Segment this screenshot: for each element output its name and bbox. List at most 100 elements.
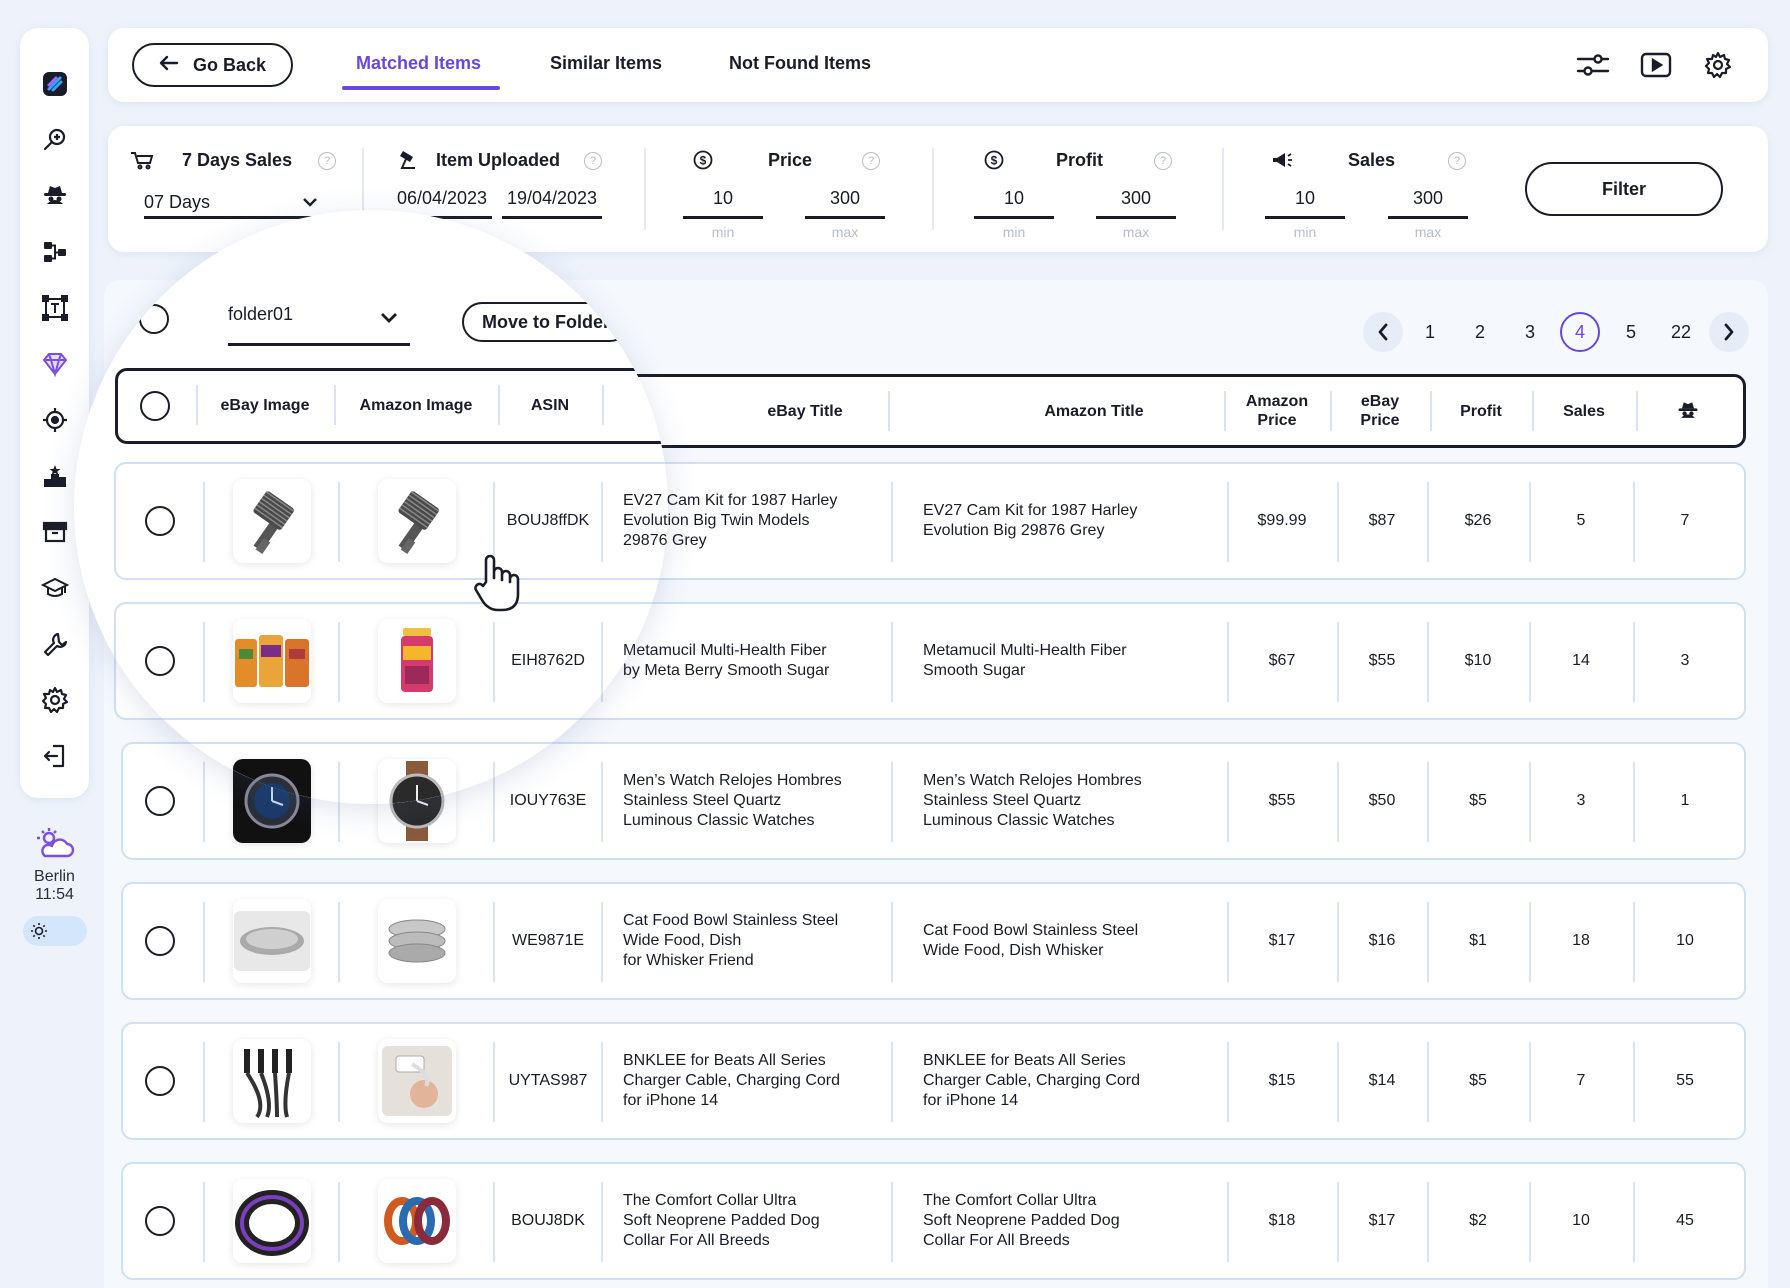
prev-page-button[interactable] xyxy=(1363,312,1403,352)
row-select-radio[interactable] xyxy=(145,1206,175,1236)
page-2[interactable]: 2 xyxy=(1460,312,1500,352)
table-row[interactable]: BOUJ8DK The Comfort Collar Ultra Soft Neop… xyxy=(121,1162,1746,1280)
row-select-cell xyxy=(123,744,197,804)
amazon-title-line: Metamucil Multi-Health Fiber xyxy=(923,642,1127,659)
upload-from-date[interactable]: 06/04/2023 xyxy=(392,188,492,209)
ebay-title-line: Soft Neoprene Padded Dog xyxy=(623,1212,820,1229)
col-ebay-price[interactable]: eBay Price xyxy=(1330,377,1430,445)
ebay-product-image[interactable] xyxy=(232,479,311,563)
ebay-price-value: $50 xyxy=(1368,792,1396,809)
amazon-price-cell: $67 xyxy=(1227,604,1337,718)
amazon-product-image[interactable] xyxy=(377,479,456,563)
row-select-radio[interactable] xyxy=(145,926,175,956)
profit-cell: $2 xyxy=(1427,1164,1529,1278)
amazon-product-image[interactable] xyxy=(377,619,456,703)
help-icon[interactable]: ? xyxy=(862,152,880,170)
table-row[interactable]: BOUJ8ffDK EV27 Cam Kit for 1987 Harley Evo… xyxy=(114,462,668,580)
asin-value[interactable]: EIH8762D xyxy=(511,651,585,671)
row-select-radio[interactable] xyxy=(145,646,175,676)
next-page-button[interactable] xyxy=(1709,312,1749,352)
amazon-price-value: $55 xyxy=(1268,792,1296,809)
tab-matched-items[interactable]: Matched Items xyxy=(356,53,481,74)
tab-similar-items[interactable]: Similar Items xyxy=(550,53,662,74)
table-row[interactable]: IOUY763E Men’s Watch Relojes Hombres Stain… xyxy=(121,742,668,804)
col-amazon-image[interactable]: Amazon Image xyxy=(334,371,498,439)
amazon-product-image[interactable] xyxy=(377,759,456,804)
amazon-title-line: Soft Neoprene Padded Dog xyxy=(923,1212,1120,1229)
ebay-title-line: Metamucil Multi-Health Fiber xyxy=(623,642,668,659)
row-select-radio[interactable] xyxy=(145,1066,175,1096)
ebay-image-cell xyxy=(205,884,338,998)
amazon-image-cell xyxy=(340,884,493,998)
ebay-product-image[interactable] xyxy=(232,759,311,804)
price-max-underline xyxy=(805,216,885,219)
spy-count-cell: 3 xyxy=(1633,604,1737,718)
amazon-image-cell xyxy=(340,744,493,804)
profit-max-input[interactable]: 300 xyxy=(1096,188,1176,209)
ebay-product-image[interactable] xyxy=(232,619,311,703)
tab-not-found-items[interactable]: Not Found Items xyxy=(729,53,871,74)
asin-value[interactable]: BOUJ8ffDK xyxy=(507,511,589,531)
folder-select[interactable]: folder01 xyxy=(228,304,410,346)
search-plus-icon[interactable] xyxy=(20,120,89,160)
page-3[interactable]: 3 xyxy=(1510,312,1550,352)
go-back-button[interactable]: Go Back xyxy=(132,43,293,87)
col-sales[interactable]: Sales xyxy=(1532,377,1636,445)
megaphone-icon xyxy=(1270,148,1294,172)
table-row[interactable]: UYTAS987 BNKLEE for Beats All Series Charg… xyxy=(121,1022,1746,1140)
col-profit[interactable]: Profit xyxy=(1430,377,1532,445)
page-4-current[interactable]: 4 xyxy=(1560,312,1600,352)
logo-icon[interactable] xyxy=(20,64,89,104)
price-max-input[interactable]: 300 xyxy=(805,188,885,209)
profit-min-input[interactable]: 10 xyxy=(974,188,1054,209)
divider xyxy=(891,902,893,982)
row-select-radio[interactable] xyxy=(145,506,175,536)
ebay-product-image[interactable] xyxy=(232,899,311,983)
col-ebay-image[interactable]: eBay Image xyxy=(196,371,334,439)
divider xyxy=(891,762,893,842)
amazon-product-image[interactable] xyxy=(377,899,456,983)
theme-toggle[interactable] xyxy=(23,916,87,946)
asin-value[interactable]: UYTAS987 xyxy=(509,1071,588,1091)
amazon-product-image[interactable] xyxy=(377,1039,456,1123)
asin-value[interactable]: WE9871E xyxy=(512,931,584,951)
filter-button[interactable]: Filter xyxy=(1525,162,1723,216)
weather-time: 11:54 xyxy=(35,886,74,903)
select-all-rows-radio[interactable] xyxy=(140,391,170,421)
amazon-title-cell: EV27 Cam Kit for 1987 Harley Evolution Bi… xyxy=(923,464,1213,578)
col-asin[interactable]: ASIN xyxy=(498,371,602,439)
ebay-title-line: for Whisker Friend xyxy=(623,952,754,969)
help-icon[interactable]: ? xyxy=(318,152,336,170)
sales-min-input[interactable]: 10 xyxy=(1265,188,1345,209)
sales-max-input[interactable]: 300 xyxy=(1388,188,1468,209)
dollar-icon: $ xyxy=(691,148,715,172)
row-select-cell xyxy=(123,1164,197,1278)
row-select-radio[interactable] xyxy=(145,786,175,804)
asin-value[interactable]: IOUY763E xyxy=(510,791,586,804)
move-to-folder-button[interactable]: Move to Folder xyxy=(462,302,630,342)
upload-to-date[interactable]: 19/04/2023 xyxy=(502,188,602,209)
table-row[interactable]: WE9871E Cat Food Bowl Stainless Steel Wide… xyxy=(121,882,1746,1000)
amazon-title-line: BNKLEE for Beats All Series xyxy=(923,1052,1126,1069)
col-amazon-price[interactable]: Amazon Price xyxy=(1224,377,1330,445)
sliders-icon[interactable] xyxy=(1575,48,1611,82)
page-5[interactable]: 5 xyxy=(1611,312,1651,352)
help-icon[interactable]: ? xyxy=(1448,152,1466,170)
asin-value[interactable]: BOUJ8DK xyxy=(511,1211,585,1231)
amazon-product-image[interactable] xyxy=(377,1179,456,1263)
spy-column-icon[interactable] xyxy=(1636,377,1740,445)
page-1[interactable]: 1 xyxy=(1410,312,1450,352)
amazon-image-cell xyxy=(340,1164,493,1278)
help-icon[interactable]: ? xyxy=(584,152,602,170)
play-video-icon[interactable] xyxy=(1638,48,1674,82)
ebay-product-image[interactable] xyxy=(232,1179,311,1263)
settings-gear-icon[interactable] xyxy=(1700,48,1736,82)
page-22[interactable]: 22 xyxy=(1661,312,1701,352)
price-min-input[interactable]: 10 xyxy=(683,188,763,209)
spy-count-value: 3 xyxy=(1680,652,1690,669)
table-row[interactable]: EIH8762D Metamucil Multi-Health Fiber by M… xyxy=(114,602,668,720)
help-icon[interactable]: ? xyxy=(1154,152,1172,170)
select-all-radio[interactable] xyxy=(139,304,169,334)
row-select-cell xyxy=(123,464,197,578)
ebay-product-image[interactable] xyxy=(232,1039,311,1123)
